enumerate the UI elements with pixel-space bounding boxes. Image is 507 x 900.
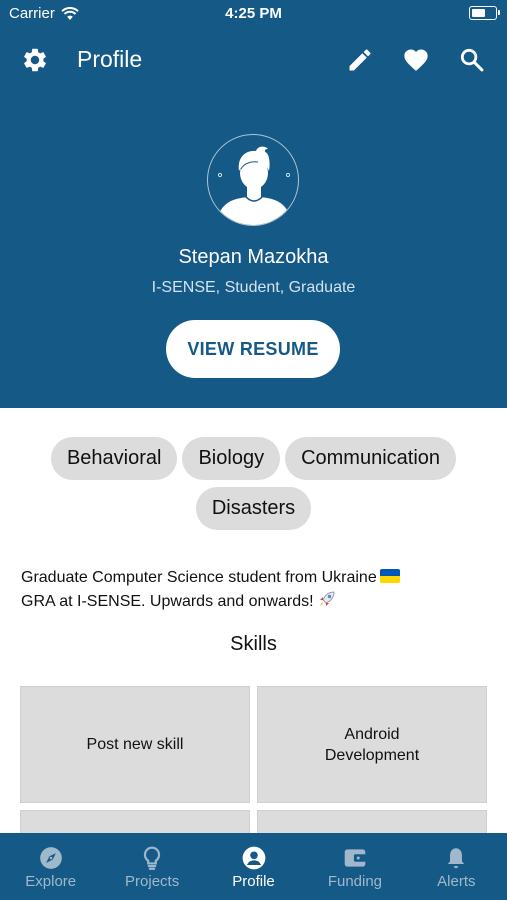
bell-icon xyxy=(448,848,465,869)
view-resume-button[interactable]: VIEW RESUME xyxy=(166,320,340,378)
tab-explore[interactable]: Explore xyxy=(0,833,101,900)
rocket-icon xyxy=(319,591,334,606)
post-new-skill-tile[interactable]: Post new skill xyxy=(20,686,250,803)
gear-icon[interactable] xyxy=(21,46,49,74)
top-bar: Profile xyxy=(0,28,507,92)
avatar xyxy=(207,134,299,226)
profile-header: Profile Stepan Mazokha I-SENSE, Student,… xyxy=(0,28,507,408)
user-name: Stepan Mazokha xyxy=(178,246,329,268)
pencil-icon[interactable] xyxy=(346,46,374,74)
skill-tile[interactable]: Android Development xyxy=(257,686,487,803)
tab-bar: Explore Projects Profile Funding Alerts xyxy=(0,833,507,900)
avatar-person-icon xyxy=(216,146,292,225)
tag-chip[interactable]: Communication xyxy=(285,437,457,480)
user-subtitle: I-SENSE, Student, Graduate xyxy=(151,279,356,296)
tab-alerts[interactable]: Alerts xyxy=(406,833,507,900)
tag-chip[interactable]: Disasters xyxy=(195,487,312,530)
wallet-icon xyxy=(344,849,366,867)
tag-chip[interactable]: Biology xyxy=(182,437,281,480)
tag-chip[interactable]: Behavioral xyxy=(50,437,178,480)
heart-icon[interactable] xyxy=(402,46,430,74)
tab-label: Explore xyxy=(25,873,77,890)
bio-line-1: Graduate Computer Science student from U… xyxy=(21,569,377,586)
ukraine-flag-icon xyxy=(379,569,400,583)
interest-tags: Behavioral Biology Communication Disaste… xyxy=(30,437,477,530)
lightbulb-icon xyxy=(144,846,161,870)
tab-projects[interactable]: Projects xyxy=(101,833,202,900)
page-title: Profile xyxy=(77,46,143,72)
tab-label: Projects xyxy=(125,873,180,890)
account-icon xyxy=(242,846,265,870)
tab-label: Funding xyxy=(327,873,383,890)
tab-funding[interactable]: Funding xyxy=(304,833,405,900)
search-icon[interactable] xyxy=(458,46,486,74)
tab-label: Profile xyxy=(232,873,275,890)
skill-label: Post new skill xyxy=(86,736,184,753)
clock: 4:25 PM xyxy=(225,5,282,22)
bio-text: Graduate Computer Science student from U… xyxy=(21,567,491,613)
battery-icon xyxy=(469,6,500,20)
compass-icon xyxy=(39,847,62,869)
skills-heading: Skills xyxy=(230,633,277,655)
skill-label: Android Development xyxy=(324,725,420,764)
status-bar: Carrier 4:25 PM xyxy=(0,0,507,28)
battery-fill xyxy=(472,9,485,17)
tab-label: Alerts xyxy=(437,873,476,890)
tab-profile[interactable]: Profile xyxy=(203,833,304,900)
bio-line-2: GRA at I-SENSE. Upwards and onwards! xyxy=(21,593,314,610)
